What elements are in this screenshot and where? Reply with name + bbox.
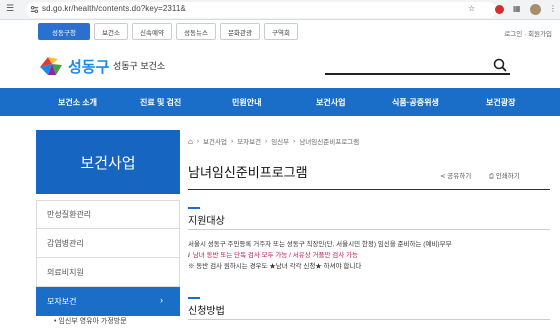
tab-seongdong-gu-office[interactable]: 성동구청 [38, 23, 90, 40]
back-icon[interactable]: ☰ [6, 4, 14, 14]
page-title: 남녀임신준비프로그램 [188, 165, 308, 180]
side-item-label: 만성질환관리 [47, 210, 92, 219]
side-item-chronic-disease[interactable]: 만성질환관리 [36, 200, 180, 229]
nav-label: 보건소 소개 [58, 97, 98, 107]
print-button[interactable]: 인쇄하기 [496, 173, 520, 180]
section-title-application: 신청방법 [188, 306, 225, 317]
side-item-infectious-disease[interactable]: 감염병관리 [36, 229, 180, 258]
section-marker [188, 297, 200, 299]
main-nav: 보건소 소개 진료 및 검진 민원안내 보건사업 식품·공중위생 보건광장 [0, 88, 560, 116]
tab-seongdong-news[interactable]: 성동뉴스 [176, 23, 216, 40]
section-title-eligibility: 지원대상 [188, 216, 225, 227]
share-tools: ⋖ 공유하기 ⎙ 인쇄하기 [440, 170, 520, 181]
tab-label: 문화관광 [228, 29, 252, 37]
nav-item-treatment-checkup[interactable]: 진료 및 검진 [140, 88, 181, 116]
logo-text: 성동구 [68, 59, 110, 76]
side-menu: 만성질환관리 감염병관리 의료비지원 모자보건 › [36, 200, 180, 316]
info-icon: i [188, 252, 190, 259]
side-subitem-home-visit[interactable]: • 임신부 영유아 가정방문 [36, 316, 180, 330]
profile-icon[interactable] [530, 4, 541, 15]
breadcrumb: ⌂ › 보건사업 › 모자보건 › 임신부 › 남녀임신준비프로그램 [188, 136, 359, 147]
nav-item-civil-guide[interactable]: 민원안내 [232, 88, 261, 116]
breadcrumb-separator: › [265, 137, 268, 145]
site-header: 성동구 성동구 보건소 [0, 46, 560, 88]
eligibility-line-1: 서울시 성동구 주민등록 거주자 또는 성동구 직장인(단, 서울시민 한정) … [188, 241, 452, 248]
breadcrumb-item[interactable]: 임신부 [271, 136, 289, 146]
side-item-label: 모자보건 [47, 296, 77, 306]
nav-item-health-projects[interactable]: 보건사업 [316, 88, 345, 116]
print-icon[interactable]: ⎙ [489, 173, 494, 180]
tab-culture-tourism[interactable]: 문화관광 [220, 23, 260, 40]
nav-label: 보건광장 [486, 97, 516, 107]
breadcrumb-item[interactable]: 남녀임신준비프로그램 [299, 136, 359, 146]
seongdong-emblem-icon [40, 57, 62, 75]
side-item-label: 의료비지원 [47, 267, 84, 277]
site-info-icon[interactable] [30, 5, 39, 14]
search-icon[interactable] [493, 58, 507, 72]
utility-links: 로그인 · 회원가입 [504, 28, 552, 38]
share-icon[interactable]: ⋖ [440, 173, 445, 180]
tab-health-center[interactable]: 보건소 [94, 23, 128, 40]
login-link[interactable]: 로그인 [504, 31, 522, 38]
separator: · [524, 31, 527, 38]
side-item-label: 감염병관리 [47, 238, 84, 248]
tab-quick-reservation[interactable]: 신속예약 [132, 23, 172, 40]
site-topbar: 성동구청 보건소 신속예약 성동뉴스 문화관광 구역회 로그인 · 회원가입 [0, 20, 560, 46]
section-divider [188, 229, 550, 230]
menu-icon[interactable]: ⋮ [549, 4, 557, 13]
nav-label: 민원안내 [232, 97, 262, 107]
eligibility-line-3: ※ 동반 검사 원하시는 경우도 ★남녀 각각 신청★ 하셔야 합니다 [188, 263, 362, 270]
tab-label: 성동뉴스 [184, 29, 208, 37]
tab-district-council[interactable]: 구역회 [264, 23, 298, 40]
side-title-text: 보건사업 [80, 154, 136, 172]
nav-label: 식품·공중위생 [392, 97, 439, 107]
breadcrumb-item[interactable]: 보건사업 [203, 136, 227, 146]
nav-item-health-plaza[interactable]: 보건광장 [486, 88, 515, 116]
nav-item-food-hygiene[interactable]: 식품·공중위생 [392, 88, 439, 116]
breadcrumb-separator: › [196, 137, 200, 145]
tab-label: 구역회 [272, 29, 290, 37]
nav-item-health-center-intro[interactable]: 보건소 소개 [58, 88, 97, 116]
chevron-right-icon: › [160, 295, 163, 305]
title-divider [188, 189, 550, 190]
url-text: sd.go.kr/health/contents.do?key=2311& [42, 4, 186, 13]
nav-label: 진료 및 검진 [140, 97, 182, 107]
home-icon[interactable]: ⌂ [188, 137, 193, 146]
eligibility-line-2-row: i 남녀 동반 또는 단독 검사 모두 가능 / 서유상 거플만 검사 가능 [188, 249, 358, 259]
breadcrumb-item[interactable]: 모자보건 [237, 136, 261, 146]
tab-label: 신속예약 [140, 29, 164, 37]
section-divider [188, 319, 550, 320]
extension-grid-icon[interactable]: ▦ [513, 4, 521, 13]
section-marker [188, 207, 200, 209]
address-bar[interactable]: sd.go.kr/health/contents.do?key=2311& [26, 2, 496, 18]
eligibility-line-2: 남녀 동반 또는 단독 검사 모두 가능 / 서유상 거플만 검사 가능 [192, 252, 359, 259]
tab-label: 보건소 [102, 29, 120, 37]
side-item-medical-cost-support[interactable]: 의료비지원 [36, 258, 180, 287]
side-item-maternal-child-health[interactable]: 모자보건 › [36, 287, 180, 316]
bookmark-star-icon[interactable]: ☆ [468, 4, 475, 13]
breadcrumb-separator: › [230, 137, 234, 145]
share-button[interactable]: 공유하기 [447, 173, 471, 180]
browser-toolbar: ☰ sd.go.kr/health/contents.do?key=2311& … [0, 0, 560, 20]
side-section-title: 보건사업 [36, 130, 180, 194]
tab-label: 성동구청 [52, 29, 76, 37]
extension-icon[interactable] [495, 5, 504, 14]
nav-label: 보건사업 [316, 97, 346, 107]
site-name: 성동구 보건소 [113, 61, 166, 71]
search-input[interactable] [325, 73, 510, 75]
breadcrumb-separator: › [293, 137, 296, 145]
join-link[interactable]: 회원가입 [528, 31, 552, 38]
